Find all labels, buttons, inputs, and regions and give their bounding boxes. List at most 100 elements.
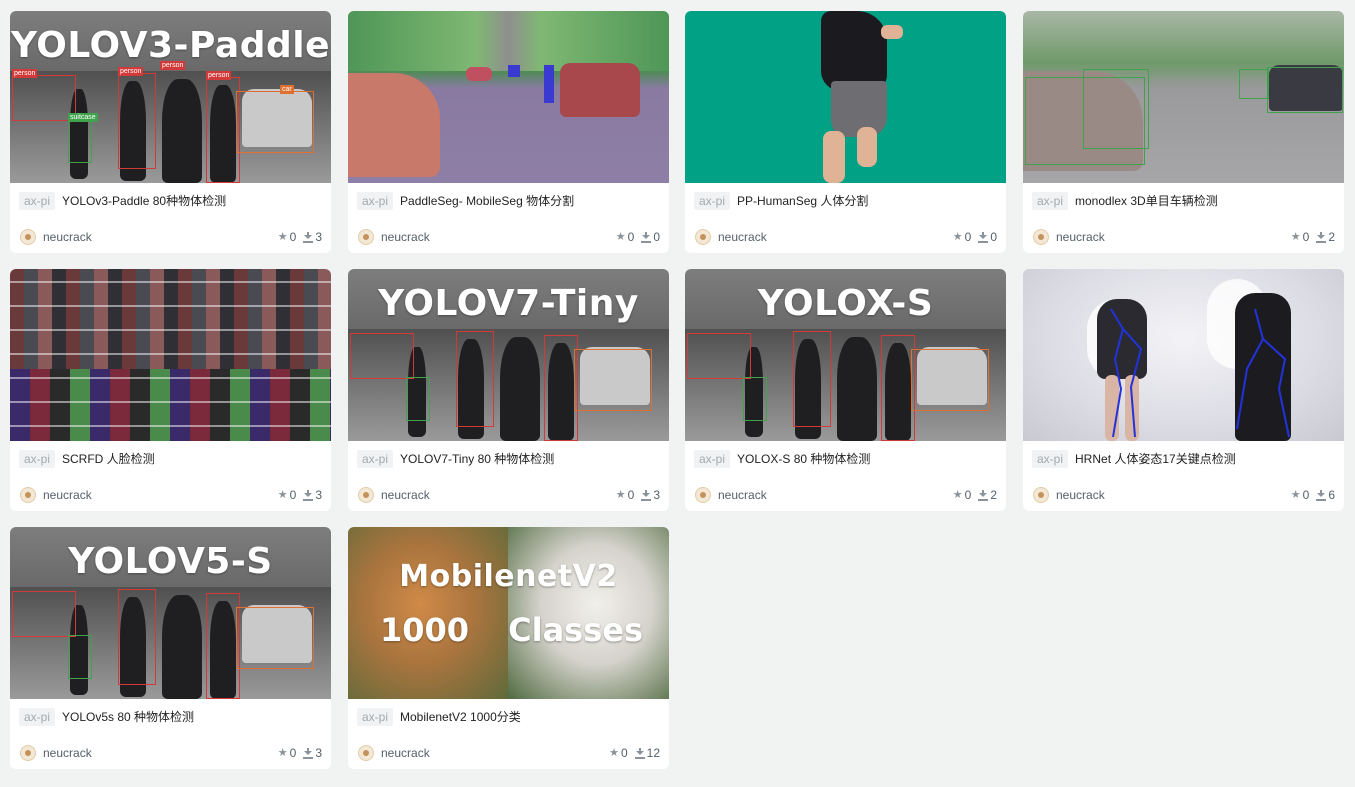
- model-card[interactable]: ax-pi PaddleSeg- MobileSeg 物体分割 neucrack…: [348, 11, 669, 253]
- thumbnail-title: YOLOV7-Tiny: [378, 283, 639, 324]
- author-name[interactable]: neucrack: [43, 488, 92, 502]
- platform-tag[interactable]: ax-pi: [694, 192, 731, 210]
- author-name[interactable]: neucrack: [1056, 230, 1105, 244]
- author-name[interactable]: neucrack: [43, 746, 92, 760]
- platform-tag[interactable]: ax-pi: [1032, 192, 1069, 210]
- download-count: 3: [315, 746, 322, 760]
- thumbnail-title: YOLOV3-Paddle: [10, 25, 331, 66]
- download-count: 3: [315, 230, 322, 244]
- model-name[interactable]: monodlex 3D单目车辆检测: [1075, 194, 1218, 208]
- avatar[interactable]: [695, 487, 711, 503]
- model-thumbnail[interactable]: [1023, 11, 1344, 183]
- model-card[interactable]: YOLOV7-Tiny ax-pi YOLOV7-Tiny 80 种物体检测 n…: [348, 269, 669, 511]
- author-name[interactable]: neucrack: [718, 488, 767, 502]
- star-icon: ★: [1290, 489, 1301, 501]
- star-count: 0: [620, 746, 628, 760]
- model-card[interactable]: person person person person car suitcase…: [10, 11, 331, 253]
- star-icon: ★: [609, 747, 619, 759]
- download-icon: [634, 747, 645, 759]
- star-count: 0: [627, 230, 635, 244]
- avatar[interactable]: [20, 745, 36, 761]
- thumbnail-title: YOLOV5-S: [68, 541, 273, 582]
- model-card[interactable]: ax-pi PP-HumanSeg 人体分割 neucrack ★ 0 0: [685, 11, 1006, 253]
- platform-tag[interactable]: ax-pi: [357, 192, 394, 210]
- download-icon: [641, 489, 652, 501]
- thumbnail-title: YOLOX-S: [757, 283, 934, 324]
- author-name[interactable]: neucrack: [381, 230, 430, 244]
- model-thumbnail[interactable]: YOLOV5-S: [10, 527, 331, 699]
- platform-tag[interactable]: ax-pi: [357, 450, 394, 468]
- platform-tag[interactable]: ax-pi: [19, 708, 56, 726]
- download-count: 6: [1328, 488, 1335, 502]
- model-name[interactable]: YOLOv3-Paddle 80种物体检测: [62, 194, 226, 208]
- model-name[interactable]: YOLOX-S 80 种物体检测: [737, 452, 870, 466]
- download-count: 3: [315, 488, 322, 502]
- download-count: 0: [990, 230, 997, 244]
- platform-tag[interactable]: ax-pi: [19, 192, 56, 210]
- author-name[interactable]: neucrack: [718, 230, 767, 244]
- pose-skeleton: [1110, 308, 1290, 438]
- model-name[interactable]: YOLOV7-Tiny 80 种物体检测: [400, 452, 554, 466]
- model-card[interactable]: MobilenetV2 1000 Classes ax-pi Mobilenet…: [348, 527, 669, 769]
- platform-tag[interactable]: ax-pi: [1032, 450, 1069, 468]
- download-count: 2: [990, 488, 997, 502]
- download-count: 0: [653, 230, 660, 244]
- model-thumbnail[interactable]: YOLOX-S: [685, 269, 1006, 441]
- star-count: 0: [964, 488, 972, 502]
- model-card[interactable]: ax-pi HRNet 人体姿态17关键点检测 neucrack ★ 0 6: [1023, 269, 1344, 511]
- author-name[interactable]: neucrack: [381, 488, 430, 502]
- star-count: 0: [289, 230, 297, 244]
- platform-tag[interactable]: ax-pi: [694, 450, 731, 468]
- avatar[interactable]: [695, 229, 711, 245]
- model-name[interactable]: YOLOv5s 80 种物体检测: [62, 710, 194, 724]
- avatar[interactable]: [20, 229, 36, 245]
- model-thumbnail[interactable]: [348, 11, 669, 183]
- star-count: 0: [627, 488, 635, 502]
- star-icon: ★: [277, 231, 288, 243]
- download-icon: [303, 489, 314, 501]
- author-name[interactable]: neucrack: [1056, 488, 1105, 502]
- avatar[interactable]: [20, 487, 36, 503]
- download-icon: [303, 747, 314, 759]
- model-thumbnail[interactable]: [10, 269, 331, 441]
- download-icon: [303, 231, 314, 243]
- star-count: 0: [1302, 230, 1310, 244]
- platform-tag[interactable]: ax-pi: [19, 450, 56, 468]
- author-name[interactable]: neucrack: [43, 230, 92, 244]
- model-name[interactable]: MobilenetV2 1000分类: [400, 710, 521, 724]
- avatar[interactable]: [358, 487, 374, 503]
- model-thumbnail[interactable]: MobilenetV2 1000 Classes: [348, 527, 669, 699]
- download-count: 3: [653, 488, 660, 502]
- model-card[interactable]: YOLOV5-S ax-pi YOLOv5s 80 种物体检测 neucrack…: [10, 527, 331, 769]
- avatar[interactable]: [1033, 487, 1049, 503]
- model-card[interactable]: YOLOX-S ax-pi YOLOX-S 80 种物体检测 neucrack …: [685, 269, 1006, 511]
- thumbnail-title: MobilenetV2: [399, 559, 618, 594]
- model-name[interactable]: PP-HumanSeg 人体分割: [737, 194, 868, 208]
- model-thumbnail[interactable]: [685, 11, 1006, 183]
- avatar[interactable]: [358, 745, 374, 761]
- model-name[interactable]: PaddleSeg- MobileSeg 物体分割: [400, 194, 574, 208]
- model-card[interactable]: ax-pi monodlex 3D单目车辆检测 neucrack ★ 0 2: [1023, 11, 1344, 253]
- model-thumbnail[interactable]: person person person person car suitcase…: [10, 11, 331, 183]
- star-count: 0: [1302, 488, 1310, 502]
- star-icon: ★: [615, 231, 626, 243]
- star-count: 0: [289, 488, 297, 502]
- avatar[interactable]: [358, 229, 374, 245]
- star-icon: ★: [277, 489, 288, 501]
- star-icon: ★: [277, 747, 288, 759]
- download-icon: [978, 489, 989, 501]
- star-count: 0: [289, 746, 297, 760]
- model-card[interactable]: ax-pi SCRFD 人脸检测 neucrack ★ 0 3: [10, 269, 331, 511]
- avatar[interactable]: [1033, 229, 1049, 245]
- star-icon: ★: [952, 231, 963, 243]
- thumbnail-subtitle-word: Classes: [508, 611, 643, 649]
- model-thumbnail[interactable]: YOLOV7-Tiny: [348, 269, 669, 441]
- platform-tag[interactable]: ax-pi: [357, 708, 394, 726]
- author-name[interactable]: neucrack: [381, 746, 430, 760]
- model-name[interactable]: HRNet 人体姿态17关键点检测: [1075, 452, 1236, 466]
- download-icon: [1316, 231, 1327, 243]
- thumbnail-subtitle-number: 1000: [380, 611, 470, 649]
- model-thumbnail[interactable]: [1023, 269, 1344, 441]
- download-icon: [1316, 489, 1327, 501]
- model-name[interactable]: SCRFD 人脸检测: [62, 452, 155, 466]
